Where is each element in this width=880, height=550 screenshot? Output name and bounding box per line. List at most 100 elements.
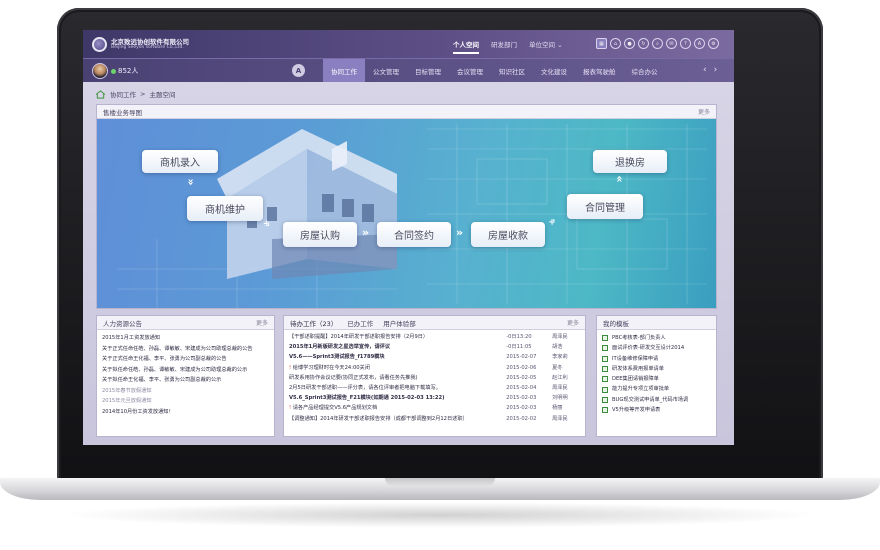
home-icon[interactable]: ⌂ <box>610 38 621 49</box>
tab-collaboration[interactable]: 协同工作 <box>323 59 365 82</box>
todo-date: 2015-02-02 <box>506 415 537 422</box>
tab-ux-department[interactable]: 用户体验部 <box>383 318 416 328</box>
list-item[interactable]: 2015年1月工资发放通知 <box>102 333 269 344</box>
table-row[interactable]: 2015年1月新版研发之星选举宣传，请评议 -0日11:05 胡浩 <box>289 342 580 352</box>
todo-date: 2015-02-04 <box>506 385 537 392</box>
tab-done-work[interactable]: 已办工作 <box>347 318 373 328</box>
todo-sender: 周泽民 <box>552 415 568 422</box>
list-item[interactable]: BUG现交测试申请单_代码市场调 <box>602 395 711 405</box>
template-label: PBC考核表-部门负责人 <box>612 335 666 341</box>
chevron-up-icon: » <box>612 178 626 183</box>
flow-step-house-payment[interactable]: 房屋收款 <box>471 222 545 247</box>
table-row[interactable]: 研发系用协作会议记要(协同正式发布，请看任务先推我) 2015-02-05 赵江利 <box>289 373 580 383</box>
list-item[interactable]: 关于拟任命王化福、李平、张勇为公司副总裁的公示 <box>102 375 269 386</box>
tab-knowledge-community[interactable]: 知识社区 <box>491 59 533 82</box>
module-tabs: 协同工作 公文管理 目标管理 会议管理 知识社区 文化建设 报表驾驶舱 综合办公 <box>323 59 666 82</box>
todo-sender: 夏冬 <box>552 364 563 371</box>
nav-personal-space[interactable]: 个人空间 <box>453 30 479 58</box>
flow-step-contract-management[interactable]: 合同管理 <box>567 194 643 219</box>
list-item[interactable]: PBC考核表-部门负责人 <box>602 333 711 343</box>
company-logo-icon <box>92 37 107 52</box>
table-row[interactable]: V5.6——Sprint3测试报告_f1789模块 2015-02-07 李家莉 <box>289 352 580 362</box>
chevron-right-icon[interactable]: › <box>714 65 718 75</box>
tab-scroll-controls: ‹ › <box>703 65 724 75</box>
font-size-button[interactable]: A <box>292 64 305 77</box>
list-item[interactable]: 2014年10月份工资发放通知！ <box>102 407 269 418</box>
todo-date: 2015-02-05 <box>506 374 537 381</box>
chevron-right-icon: » <box>456 226 463 239</box>
tab-goal-management[interactable]: 目标管理 <box>407 59 449 82</box>
tab-report-cockpit[interactable]: 报表驾驶舱 <box>575 59 624 82</box>
template-panel: 我的模板 PBC考核表-部门负责人面试评价表-研发交互设计2014 IT设备维修保… <box>596 315 717 437</box>
todo-title-text: 2月5日研发干部述职——评分表，请各位评审者把电脑下载填写。 <box>289 385 441 392</box>
more-link[interactable]: 更多 <box>567 318 579 327</box>
home-outline-icon[interactable] <box>95 89 106 99</box>
list-item[interactable]: 关于正式任命王化福、李平、张勇为公司副总裁的公告 <box>102 354 269 365</box>
todo-title-text: 【干部述职提醒】2014年研发干部述职报告安排（2月9日） <box>289 334 429 340</box>
app-screen: 北京致远协创软件有限公司 Beijing Seeyon software Co.… <box>83 30 734 445</box>
breadcrumb-separator: > <box>140 90 146 98</box>
list-item[interactable]: 2015年元旦放假通知 <box>102 396 269 407</box>
laptop-shadow <box>60 502 820 528</box>
more-link[interactable]: 更多 <box>256 318 268 327</box>
list-item[interactable]: 关于拟任命任皓、孙磊、谭敏敏、宋建成为公司助理总裁的公示 <box>102 365 269 376</box>
flow-step-house-subscription[interactable]: 房屋认购 <box>283 222 357 247</box>
nav-rd-department[interactable]: 研发部门 <box>491 30 517 58</box>
form-template-icon <box>602 366 608 373</box>
user-icon[interactable]: ● <box>624 38 635 49</box>
settings-icon[interactable]: ⚙ <box>708 38 719 49</box>
todo-title: V5.6——Sprint3测试报告_f1789模块 <box>289 352 506 362</box>
panel-header: 售楼业务导图 更多 <box>97 105 716 119</box>
list-item[interactable]: IT设备维修保障申请 <box>602 354 711 364</box>
table-row[interactable]: ! 给博学习理财时在今天24:00关闭 2015-02-06 夏冬 <box>289 363 580 373</box>
tab-meeting-management[interactable]: 会议管理 <box>449 59 491 82</box>
todo-list: 【干部述职提醒】2014年研发干部述职报告安排（2月9日） -0日13:20 周泽民… <box>284 330 585 426</box>
more-link[interactable]: 更多 <box>698 107 710 116</box>
flow-step-contract-signing[interactable]: 合同签约 <box>377 222 451 247</box>
panel-header: 待办工作（23） 已办工作 用户体验部 更多 <box>284 316 585 330</box>
table-row[interactable]: 【调整通知】2014年研发干部述职报告安排（成都干部调整到2月12日述职） 201… <box>289 414 580 424</box>
form-template-icon <box>602 335 608 342</box>
flow-step-lead-entry[interactable]: 商机录入 <box>142 150 218 173</box>
a-icon[interactable]: A <box>694 38 705 49</box>
list-item[interactable]: DEE集团请销报障单 <box>602 374 711 384</box>
search-icon[interactable]: ⌕ <box>652 38 663 49</box>
list-item[interactable]: 能力提升专项立项审批单 <box>602 384 711 394</box>
form-template-icon <box>602 396 608 403</box>
list-item[interactable]: V5升级等开发申请表 <box>602 405 711 415</box>
todo-title: ! 请各产品经理提交V5.6产品规划文档 <box>289 403 506 413</box>
online-user-count[interactable]: 852人 <box>118 66 138 76</box>
avatar[interactable] <box>92 63 108 79</box>
template-label: 能力提升专项立项审批单 <box>612 386 670 393</box>
help-icon[interactable]: ? <box>680 38 691 49</box>
chevron-left-icon[interactable]: ‹ <box>703 65 707 75</box>
tab-document-management[interactable]: 公文管理 <box>365 59 407 82</box>
panel-title: 售楼业务导图 <box>103 108 142 117</box>
nav-unit-space[interactable]: 单位空间 ⌄ <box>529 30 563 58</box>
tab-culture[interactable]: 文化建设 <box>533 59 575 82</box>
table-row[interactable]: 【干部述职提醒】2014年研发干部述职报告安排（2月9日） -0日13:20 周泽民 <box>289 332 580 342</box>
flow-step-lead-maintenance[interactable]: 商机维护 <box>187 196 263 221</box>
refresh-icon[interactable]: ↻ <box>638 38 649 49</box>
form-template-icon <box>602 345 608 352</box>
table-row[interactable]: 2月5日研发干部述职——评分表，请各位评审者把电脑下载填写。 2015-02-04… <box>289 383 580 393</box>
flow-step-house-return[interactable]: 退换房 <box>593 150 667 173</box>
mail-icon[interactable]: ✉ <box>666 38 677 49</box>
todo-sender: 周泽民 <box>552 385 568 392</box>
breadcrumb-root[interactable]: 协同工作 <box>110 89 136 99</box>
panel-title: 我的模板 <box>603 319 629 328</box>
list-item[interactable]: 2015年春节放假通知 <box>102 386 269 397</box>
list-item[interactable]: 关于正式任命任皓、孙磊、谭敏敏、宋建成为公司助理总裁的公告 <box>102 344 269 355</box>
grid-icon[interactable]: ▦ <box>596 38 607 49</box>
todo-sender: 杨丽 <box>552 405 563 412</box>
list-item[interactable]: 研发体系费用报单请单 <box>602 364 711 374</box>
todo-title-text: V5.6——Sprint3测试报告_f1789模块 <box>289 354 385 361</box>
todo-sender: 赵江利 <box>552 374 568 381</box>
template-label: DEE集团请销报障单 <box>612 376 659 383</box>
list-item[interactable]: 面试评价表-研发交互设计2014 <box>602 343 711 353</box>
table-row[interactable]: V5.6_Sprint3测试报告_F21模块(如期通 2015-02-03 13… <box>289 393 580 403</box>
tab-pending-work[interactable]: 待办工作（23） <box>290 318 337 328</box>
chevron-right-icon: » <box>362 226 369 239</box>
tab-general-office[interactable]: 综合办公 <box>624 59 666 82</box>
table-row[interactable]: ! 请各产品经理提交V5.6产品规划文档 2015-02-03 杨丽 <box>289 403 580 413</box>
